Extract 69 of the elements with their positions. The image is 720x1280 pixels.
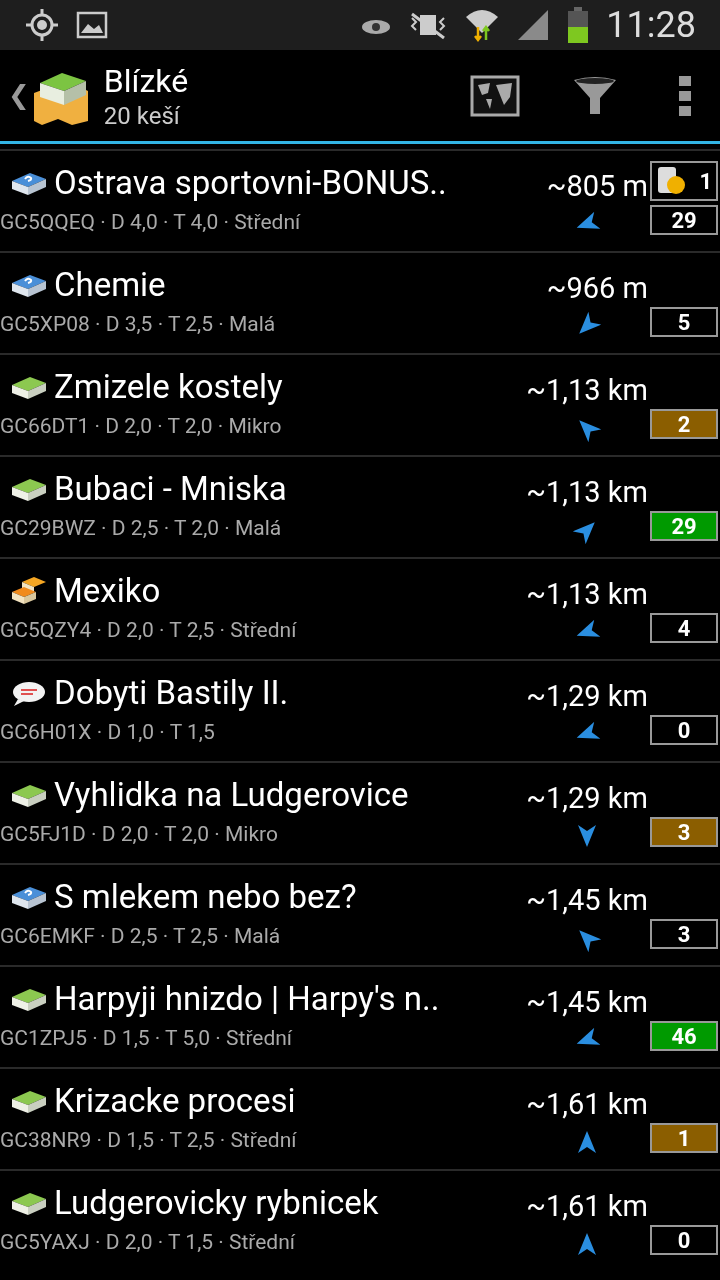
- cache-row[interactable]: Mexiko GC5QZY4 · D 2,0 · T 2,5 · Střední ~1,13 km 4: [0, 557, 720, 659]
- distance: ~1,13 km: [526, 372, 648, 409]
- cache-name: Vyhlidka na Ludgerovice: [54, 774, 409, 817]
- distance: ~805 m: [546, 168, 648, 205]
- cache-row[interactable]: Krizacke procesi GC38NR9 · D 1,5 · T 2,5 · Střední ~1,61 km 1: [0, 1067, 720, 1169]
- cache-row[interactable]: S mlekem nebo bez? GC6EMKF · D 2,5 · T 2,5 · Malá ~1,45 km 3: [0, 863, 720, 965]
- cache-row[interactable]: Ostrava sportovni-BONUS.. GC5QQEQ · D 4,0 · T 4,0 · Střední ~805 m 1 29: [0, 149, 720, 251]
- cache-name: Dobyti Bastily II.: [54, 672, 289, 715]
- distance: ~1,61 km: [526, 1086, 648, 1123]
- cache-name: Zmizele kostely: [54, 366, 283, 409]
- distance: ~966 m: [546, 270, 648, 307]
- cache-details: GC6EMKF · D 2,5 · T 2,5 · Malá: [0, 923, 282, 950]
- find-count: 3: [650, 919, 718, 949]
- cache-row[interactable]: Chemie GC5XP08 · D 3,5 · T 2,5 · Malá ~966 m 5: [0, 251, 720, 353]
- distance: ~1,61 km: [526, 1188, 648, 1225]
- cache-row[interactable]: Dobyti Bastily II. GC6H01X · D 1,0 · T 1,5 ~1,29 km 0: [0, 659, 720, 761]
- cache-name: S mlekem nebo bez?: [54, 876, 357, 919]
- cache-name: Harpyji hnizdo | Harpy's n..: [54, 978, 440, 1021]
- filter-icon: [572, 75, 618, 116]
- cache-details: GC38NR9 · D 1,5 · T 2,5 · Střední: [0, 1127, 298, 1154]
- find-count: 2: [650, 409, 718, 439]
- menu-icon: [679, 75, 691, 116]
- find-count: 3: [650, 817, 718, 847]
- find-count: 5: [650, 307, 718, 337]
- find-count: 29: [650, 511, 718, 541]
- log-coin-icon: [656, 165, 686, 197]
- distance: ~1,45 km: [526, 984, 648, 1021]
- clock: 11:28: [606, 3, 696, 48]
- cache-details: GC5XP08 · D 3,5 · T 2,5 · Malá: [0, 311, 277, 338]
- cache-details: GC5YAXJ · D 2,0 · T 1,5 · Střední: [0, 1229, 296, 1256]
- find-count: 0: [650, 715, 718, 745]
- signal-icon: [516, 8, 551, 42]
- find-count: 29: [650, 205, 718, 235]
- find-count: 1: [650, 1123, 718, 1153]
- cache-row[interactable]: Ludgerovicky rybnicek GC5YAXJ · D 2,0 · T 1,5 · Střední ~1,61 km 0: [0, 1169, 720, 1271]
- image-icon: [76, 11, 108, 39]
- find-count: 46: [650, 1021, 718, 1051]
- distance: ~1,13 km: [526, 474, 648, 511]
- cache-details: GC1ZPJ5 · D 1,5 · T 5,0 · Střední: [0, 1025, 294, 1052]
- distance: ~1,45 km: [526, 882, 648, 919]
- cache-details: GC5QZY4 · D 2,0 · T 2,5 · Střední: [0, 617, 298, 644]
- distance: ~1,13 km: [526, 576, 648, 613]
- cache-details: GC66DT1 · D 2,0 · T 2,0 · Mikro: [0, 413, 283, 440]
- cache-details: GC5FJ1D · D 2,0 · T 2,0 · Mikro: [0, 821, 279, 848]
- wifi-icon: [464, 7, 501, 43]
- world-map-icon: [470, 74, 520, 117]
- distance: ~1,29 km: [526, 678, 648, 715]
- distance: ~1,29 km: [526, 780, 648, 817]
- trackable-count: 1: [699, 167, 712, 196]
- back-button[interactable]: ❮: [0, 50, 96, 141]
- cache-details: GC29BWZ · D 2,5 · T 2,0 · Malá: [0, 515, 283, 542]
- screen-title: Blízké: [103, 60, 189, 101]
- battery-icon: [566, 7, 591, 43]
- cache-row[interactable]: Vyhlidka na Ludgerovice GC5FJ1D · D 2,0 · T 2,0 · Mikro ~1,29 km 3: [0, 761, 720, 863]
- cache-name: Krizacke procesi: [54, 1080, 296, 1123]
- cache-row[interactable]: Bubaci - Mniska GC29BWZ · D 2,5 · T 2,0 · Malá ~1,13 km 29: [0, 455, 720, 557]
- cache-count: 20 keší: [103, 100, 181, 131]
- cache-row[interactable]: Harpyji hnizdo | Harpy's n.. GC1ZPJ5 · D 1,5 · T 5,0 · Střední ~1,45 km 46: [0, 965, 720, 1067]
- cache-name: Ludgerovicky rybnicek: [54, 1182, 379, 1225]
- find-count: 4: [650, 613, 718, 643]
- cache-name: Chemie: [54, 264, 166, 307]
- find-count: 0: [650, 1225, 718, 1255]
- cache-details: GC6H01X · D 1,0 · T 1,5: [0, 719, 216, 746]
- cache-name: Bubaci - Mniska: [54, 468, 287, 511]
- cache-details: GC5QQEQ · D 4,0 · T 4,0 · Střední: [0, 209, 302, 236]
- cache-name: Ostrava sportovni-BONUS..: [54, 162, 447, 205]
- cache-row[interactable]: Zmizele kostely GC66DT1 · D 2,0 · T 2,0 · Mikro ~1,13 km 2: [0, 353, 720, 455]
- location-icon: [24, 7, 60, 43]
- cache-name: Mexiko: [54, 570, 161, 613]
